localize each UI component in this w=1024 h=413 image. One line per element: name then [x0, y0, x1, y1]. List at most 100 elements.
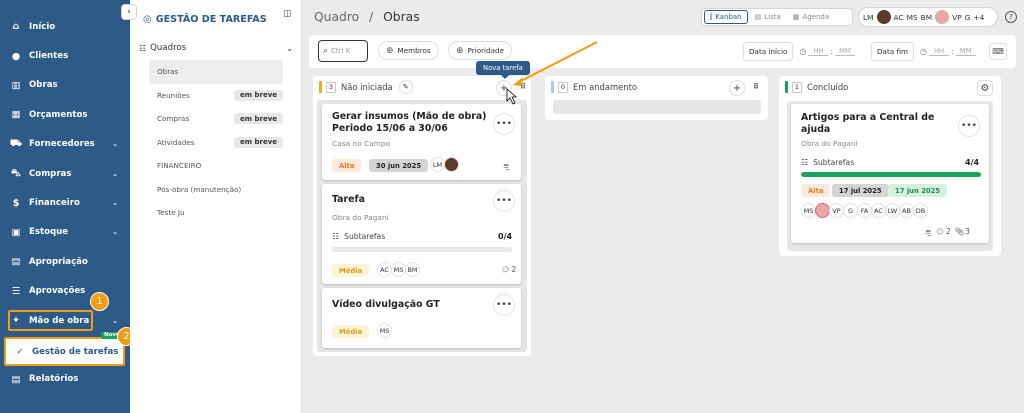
priority-filter-button[interactable]: ⊕ Prioridade — [448, 41, 513, 60]
sidebar-item-relatórios[interactable]: ▤ Relatórios — [0, 365, 130, 394]
board-item[interactable]: Teste Ju — [149, 201, 283, 225]
task-card[interactable]: Gerar insumos (Mão de obra) Periodo 15/0… — [322, 104, 521, 180]
column-header: 1 Concluído — [779, 76, 1001, 98]
chevron-down-icon: ⌄ — [112, 228, 118, 237]
card-members: MS VP G FA AC LW AB DB — [801, 203, 928, 218]
card-project: Casa no Campo — [332, 139, 391, 148]
end-time-input[interactable]: ◷ HH: MM — [920, 47, 978, 56]
tab-kanban[interactable]: ⫿ Kanban — [704, 10, 748, 24]
home-icon: ⌂ — [12, 21, 20, 33]
column-color-bar — [785, 81, 788, 93]
chevron-down-icon: ⌄ — [112, 316, 118, 325]
search-icon: ⌕ — [323, 46, 329, 56]
board-item[interactable]: Compras em breve — [149, 107, 283, 131]
gear-icon[interactable]: ⚙ — [977, 80, 993, 96]
task-card[interactable]: Vídeo divulgação GT ••• Média MS — [322, 288, 521, 348]
tab-lista[interactable]: ▤ Lista — [750, 10, 786, 24]
sidebar-item-label: Relatórios — [29, 374, 79, 385]
file-icon: ▤ — [11, 256, 21, 268]
chevron-down-icon: ⌄ — [286, 43, 293, 53]
add-task-button[interactable]: + — [729, 80, 745, 96]
card-title: Gerar insumos (Mão de obra) — [332, 111, 487, 122]
sidebar-item-estoque[interactable]: ▣ Estoque ⌄ — [0, 218, 130, 247]
member-avatar: LM — [863, 12, 874, 22]
card-menu-button[interactable]: ••• — [493, 190, 515, 212]
card-menu-button[interactable]: ••• — [493, 113, 515, 135]
subtasks-progress — [801, 172, 981, 177]
card-menu-button[interactable]: ••• — [958, 115, 980, 137]
task-card[interactable]: Artigos para a Central de ajuda Obra do … — [791, 104, 989, 243]
chevron-down-icon: ⌄ — [112, 199, 118, 208]
board-item-label: Pós-obra (manutenção) — [157, 184, 242, 194]
priority-badge: Alta — [801, 184, 831, 197]
sidebar-item-apropriação[interactable]: ▤ Apropriação — [0, 247, 130, 276]
keyboard-icon[interactable]: ⌨ — [989, 43, 1007, 60]
card-menu-button[interactable]: ••• — [493, 294, 515, 316]
sidebar-item-fornecedores[interactable]: ⛟ Fornecedores ⌄ — [0, 130, 130, 159]
sidebar-item-financeiro[interactable]: $ Financeiro ⌄ — [0, 188, 130, 217]
avatar: AC — [871, 203, 886, 218]
member-avatar: BM — [920, 12, 933, 22]
column-concluido: 1 Concluído ⚙ Artigos para a Central de … — [779, 76, 1001, 256]
search-input[interactable]: ⌕ Ctrl K — [318, 40, 368, 62]
board-item[interactable]: FINANCEIRO — [149, 154, 283, 178]
task-card[interactable]: Tarefa Obra do Pagani ••• ☷ Subtarefas 0/… — [322, 184, 521, 284]
boards-section-header[interactable]: ☷ Quadros ⌄ — [139, 43, 293, 53]
priority-badge: Média — [332, 325, 370, 338]
sidebar-item-clientes[interactable]: ● Clientes — [0, 41, 130, 70]
sidebar-item-label: Obras — [29, 80, 58, 91]
avatar: BM — [405, 262, 420, 277]
card-title-line2: ajuda — [801, 124, 831, 135]
cart-icon: ⛍ — [11, 167, 21, 179]
panel-toggle-icon[interactable]: ◫ — [283, 9, 292, 19]
start-time-input[interactable]: ◷ HH: MM — [799, 47, 857, 56]
sidebar-item-gestao-de-tarefas[interactable]: ✓ Gestão de tarefas — [4, 337, 125, 366]
sidebar-item-obras[interactable]: ▥ Obras — [0, 71, 130, 100]
avatar: MS — [801, 203, 816, 218]
avatar — [935, 10, 950, 24]
chevron-down-icon: ⌄ — [112, 169, 118, 178]
board-item[interactable]: Pós-obra (manutenção) — [149, 178, 283, 202]
sidebar-item-label: Início — [29, 21, 56, 32]
column-title: Concluído — [807, 82, 849, 92]
list-icon: ▤ — [754, 13, 762, 21]
column-color-bar — [551, 81, 554, 93]
start-date-filter[interactable]: Data início ◷ HH: MM — [743, 41, 857, 62]
start-date-label[interactable]: Data início — [743, 42, 794, 61]
board-item[interactable]: Atividades em breve — [149, 131, 283, 155]
subtasks-progress — [332, 247, 512, 252]
board-item[interactable]: Reuniões em breve — [149, 84, 283, 108]
breadcrumb-root[interactable]: Quadro — [314, 10, 359, 24]
sidebar-item-label: Orçamentos — [29, 109, 88, 120]
board-members[interactable]: LM AC MS BM VP G +4 — [858, 7, 998, 27]
members-filter-button[interactable]: ⊕ Membros — [378, 41, 439, 60]
breadcrumb: Quadro / Obras — [314, 10, 420, 24]
end-date-label[interactable]: Data fim — [871, 42, 914, 61]
sidebar-item-label: Gestão de tarefas — [32, 346, 119, 357]
avatar: MS — [377, 323, 392, 338]
column-body: Gerar insumos (Mão de obra) Periodo 15/0… — [317, 100, 527, 352]
tab-agenda[interactable]: ▦ Agenda — [788, 10, 834, 24]
calendar-icon: ▦ — [792, 13, 800, 21]
card-project: Obra do Pagani — [801, 139, 858, 148]
drag-handle-icon[interactable]: ⠿ — [753, 82, 759, 91]
new-task-tooltip: Nova tarefa — [476, 61, 530, 79]
board-item[interactable]: Obras — [149, 60, 283, 84]
help-icon[interactable]: ? — [1005, 11, 1017, 23]
avatar — [876, 10, 891, 24]
end-date-filter[interactable]: Data fim ◷ HH: MM — [871, 41, 978, 62]
due-date-badge: 30 jun 2025 — [369, 159, 429, 172]
drag-handle-icon[interactable]: ⠿ — [520, 82, 526, 91]
sidebar-item-aprovações[interactable]: ☰ Aprovações — [0, 277, 130, 306]
edit-icon[interactable]: ✎ — [398, 80, 413, 94]
coming-soon-badge: em breve — [234, 89, 283, 101]
sidebar-item-compras[interactable]: ⛍ Compras ⌄ — [0, 159, 130, 188]
board-item-label: Atividades — [157, 137, 195, 147]
sidebar-item-início[interactable]: ⌂ Início — [0, 12, 130, 41]
add-task-button[interactable]: + — [496, 80, 512, 96]
avatar: LM — [430, 157, 445, 172]
card-members: AC MS BM — [377, 262, 420, 277]
board-item-label: Obras — [157, 67, 179, 77]
collapse-sidebar-button[interactable]: ‹ — [121, 4, 137, 20]
sidebar-item-orçamentos[interactable]: ▦ Orçamentos — [0, 100, 130, 129]
